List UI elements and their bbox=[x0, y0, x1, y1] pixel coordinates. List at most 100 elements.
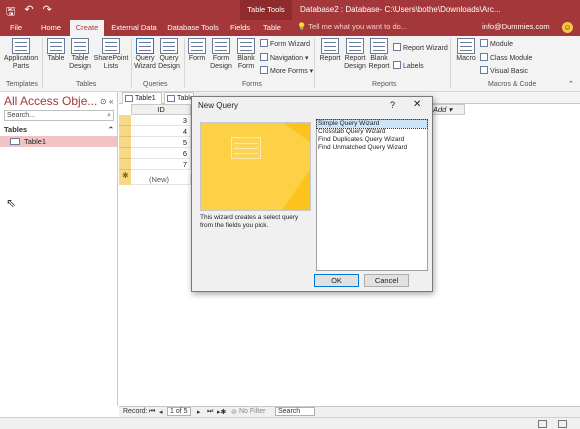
table-cell[interactable]: 5 bbox=[131, 137, 191, 148]
report-design-icon bbox=[346, 38, 364, 54]
tell-me-search[interactable]: 💡 Tell me what you want to do... bbox=[297, 22, 407, 31]
record-selector[interactable] bbox=[119, 148, 131, 159]
application-parts-button[interactable]: Application Parts bbox=[2, 36, 40, 71]
nav-category-label: Tables bbox=[4, 125, 28, 134]
wizard-preview-image bbox=[200, 122, 311, 211]
collapse-ribbon-icon[interactable]: ⌃ bbox=[568, 80, 574, 88]
tab-file[interactable]: File bbox=[2, 20, 30, 36]
previous-record-icon[interactable]: ◂ bbox=[159, 408, 163, 416]
record-selector[interactable] bbox=[119, 137, 131, 148]
form-wizard-button[interactable]: Form Wizard bbox=[260, 39, 310, 48]
blank-report-label: Blank Report bbox=[368, 55, 390, 70]
more-forms-button[interactable]: More Forms ▾ bbox=[260, 66, 313, 75]
module-button[interactable]: Module bbox=[480, 39, 513, 48]
filter-icon: ⊘ bbox=[231, 409, 237, 416]
record-selector[interactable] bbox=[119, 115, 131, 126]
no-filter-label[interactable]: No Filter bbox=[239, 408, 265, 415]
tab-home[interactable]: Home bbox=[36, 20, 66, 36]
last-record-icon[interactable]: ⏭ bbox=[207, 408, 213, 416]
new-record-cell[interactable]: (New) bbox=[131, 174, 191, 185]
collapse-chevron-icon[interactable]: ⌃ bbox=[108, 125, 114, 134]
table-tools-label: Table Tools bbox=[240, 0, 292, 20]
form-design-button[interactable]: Form Design bbox=[209, 36, 233, 71]
table-cell[interactable]: 4 bbox=[131, 126, 191, 137]
visual-basic-button[interactable]: Visual Basic bbox=[480, 66, 528, 75]
table-cell[interactable]: 6 bbox=[131, 148, 191, 159]
lightbulb-icon: 💡 bbox=[297, 22, 307, 31]
report-button[interactable]: Report bbox=[318, 36, 342, 63]
report-design-button[interactable]: Report Design bbox=[343, 36, 367, 71]
list-item-crosstab-query-wizard[interactable]: Crosstab Query Wizard bbox=[317, 128, 427, 136]
report-wizard-label: Report Wizard bbox=[403, 45, 448, 52]
nav-pane-title[interactable]: All Access Obje... bbox=[4, 94, 97, 108]
report-wizard-button[interactable]: Report Wizard bbox=[393, 43, 448, 52]
class-module-button[interactable]: Class Module bbox=[480, 53, 532, 62]
search-icon[interactable]: ⌕ bbox=[107, 111, 111, 120]
list-item-simple-query-wizard[interactable]: Simple Query Wizard bbox=[316, 119, 428, 129]
datasheet-view-icon[interactable] bbox=[538, 420, 547, 428]
navigation-button[interactable]: Navigation ▾ bbox=[260, 53, 309, 62]
column-header-add[interactable]: Add ▾ bbox=[429, 104, 465, 115]
table-icon bbox=[10, 138, 20, 145]
macro-button[interactable]: Macro bbox=[454, 36, 478, 63]
list-item-find-duplicates-query-wizard[interactable]: Find Duplicates Query Wizard bbox=[317, 136, 427, 144]
nav-category-tables[interactable]: Tables ⌃ bbox=[4, 125, 114, 135]
tab-table[interactable]: Table bbox=[258, 20, 286, 36]
query-design-button[interactable]: Query Design bbox=[157, 36, 181, 71]
record-selector[interactable] bbox=[119, 126, 131, 137]
close-button[interactable]: ✕ bbox=[413, 99, 421, 110]
title-bar: 🖫 ↶ ↷ Table Tools Database2 : Database- … bbox=[0, 0, 580, 20]
current-record-field[interactable]: 1 of 5 bbox=[167, 407, 191, 416]
nav-search-input[interactable]: Search... ⌕ bbox=[4, 110, 114, 121]
design-view-icon[interactable] bbox=[558, 420, 567, 428]
navigation-pane: All Access Obje... ⊙ « Search... ⌕ Tables… bbox=[0, 92, 118, 406]
blank-report-button[interactable]: Blank Report bbox=[368, 36, 390, 71]
report-icon bbox=[321, 38, 339, 54]
blank-form-icon bbox=[237, 38, 255, 54]
more-forms-label: More Forms bbox=[270, 68, 308, 75]
nav-menu-chevron-icon[interactable]: ⊙ bbox=[100, 97, 107, 106]
record-search-input[interactable]: Search bbox=[275, 407, 315, 416]
dropdown-arrow-icon[interactable]: ▾ bbox=[448, 105, 452, 114]
query-wizard-label: Query Wizard bbox=[134, 55, 156, 70]
blank-form-button[interactable]: Blank Form bbox=[235, 36, 257, 71]
preview-sheen bbox=[201, 123, 310, 210]
nav-item-table1[interactable]: Table1 bbox=[0, 136, 117, 147]
group-divider bbox=[42, 38, 43, 88]
column-header-id[interactable]: ID bbox=[131, 104, 191, 115]
table-cell[interactable]: 7 bbox=[131, 159, 191, 170]
doc-tab-table1[interactable]: Table1 bbox=[122, 92, 162, 104]
tab-database-tools[interactable]: Database Tools bbox=[164, 20, 222, 36]
add-header-label: Add bbox=[433, 105, 447, 114]
table-cell[interactable]: 3 bbox=[131, 115, 191, 126]
group-tables: Tables bbox=[76, 81, 97, 88]
form-design-icon bbox=[212, 38, 230, 54]
query-wizard-button[interactable]: Query Wizard bbox=[134, 36, 156, 71]
visual-basic-label: Visual Basic bbox=[490, 68, 529, 75]
new-record-icon: ✱ bbox=[122, 171, 129, 180]
record-selector-column[interactable]: ✱ bbox=[119, 115, 131, 185]
record-selector[interactable] bbox=[119, 159, 131, 170]
doc-tab-table[interactable]: Table bbox=[164, 92, 194, 104]
smiley-feedback-icon[interactable]: ☺ bbox=[562, 22, 573, 33]
sharepoint-lists-label: SharePoint Lists bbox=[93, 55, 129, 70]
sharepoint-lists-button[interactable]: SharePoint Lists bbox=[93, 36, 129, 71]
tab-create[interactable]: Create bbox=[70, 20, 104, 36]
table-design-button[interactable]: Table Design bbox=[68, 36, 92, 71]
new-record-nav-icon[interactable]: ▸✱ bbox=[217, 408, 226, 416]
next-record-icon[interactable]: ▸ bbox=[197, 408, 201, 416]
shutter-bar-icon[interactable]: « bbox=[109, 97, 113, 106]
ok-button[interactable]: OK bbox=[314, 274, 359, 287]
tab-external-data[interactable]: External Data bbox=[108, 20, 160, 36]
table-button[interactable]: Table bbox=[45, 36, 67, 63]
more-forms-icon bbox=[260, 66, 268, 74]
cancel-button[interactable]: Cancel bbox=[364, 274, 409, 287]
help-button[interactable]: ? bbox=[390, 100, 395, 110]
list-item-find-unmatched-query-wizard[interactable]: Find Unmatched Query Wizard bbox=[317, 144, 427, 152]
tab-fields[interactable]: Fields bbox=[226, 20, 254, 36]
labels-button[interactable]: Labels bbox=[393, 61, 424, 70]
user-account[interactable]: info@Dummies.com bbox=[482, 22, 550, 31]
first-record-icon[interactable]: ⏮ bbox=[149, 408, 155, 416]
form-button[interactable]: Form bbox=[187, 36, 207, 63]
query-type-list[interactable]: Simple Query Wizard Crosstab Query Wizar… bbox=[316, 119, 428, 271]
